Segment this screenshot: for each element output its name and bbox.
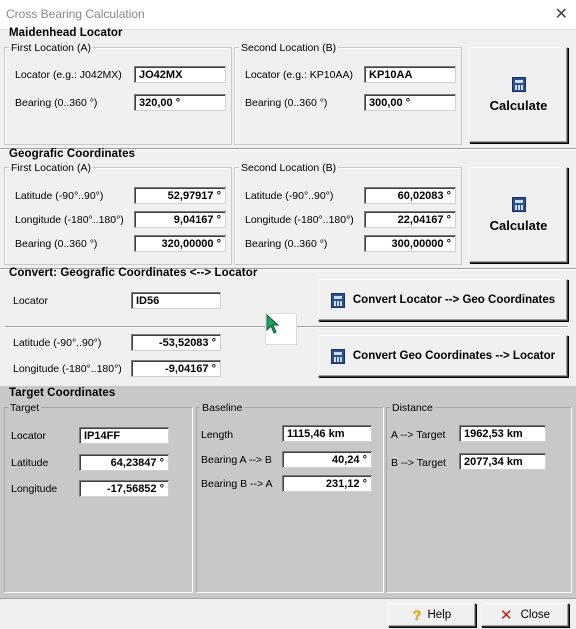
- maidenhead-section-title: Maidenhead Locator: [9, 27, 123, 39]
- convert-geo-to-locator-button[interactable]: Convert Geo Coordinates --> Locator: [318, 335, 568, 377]
- window-title: Cross Bearing Calculation: [6, 7, 145, 21]
- calculate-label: Calculate: [489, 218, 548, 233]
- first-longitude-input[interactable]: 9,04167 °: [134, 211, 226, 228]
- first-locator-input[interactable]: JO42MX: [134, 66, 226, 83]
- baseline-length-output[interactable]: 1115,46 km: [282, 425, 372, 442]
- longitude-label: Longitude (-180°..180°): [13, 363, 122, 375]
- latitude-label: Latitude (-90°..90°): [15, 190, 104, 202]
- distance-a-output[interactable]: 1962,53 km: [459, 425, 546, 442]
- group-legend: Baseline: [200, 402, 245, 414]
- baseline-bearing-ab-output[interactable]: 40,24 °: [282, 451, 372, 468]
- close-label: Close: [520, 609, 550, 621]
- bearing-label: Bearing (0..360 °): [245, 97, 328, 109]
- calculator-icon: [511, 197, 526, 212]
- bearing-label: Bearing (0..360 °): [245, 238, 328, 250]
- baseline-bearing-ba-output[interactable]: 231,12 °: [282, 475, 372, 492]
- calculator-icon: [511, 77, 526, 92]
- group-legend: Distance: [390, 402, 435, 414]
- convert-locator-input[interactable]: ID56: [131, 292, 221, 309]
- group-legend: Second Location (B): [239, 162, 339, 174]
- longitude-label: Longitude (-180°..180°): [15, 214, 124, 226]
- second-bearing-input[interactable]: 300,00 °: [364, 94, 456, 111]
- geographic-section-title: Geografic Coordinates: [9, 148, 136, 160]
- help-label: Help: [427, 609, 452, 621]
- bearing-label: Bearing (0..360 °): [15, 97, 98, 109]
- window-titlebar: Cross Bearing Calculation ✕: [0, 0, 576, 30]
- group-legend: First Location (A): [9, 42, 93, 54]
- convert-latitude-input[interactable]: -53,52083 °: [131, 334, 221, 351]
- locator-label: Locator (e.g.: J042MX): [15, 69, 122, 81]
- distance-b-label: B --> Target: [391, 457, 446, 469]
- target-longitude-output[interactable]: -17,56852 °: [79, 480, 169, 497]
- distance-b-output[interactable]: 2077,34 km: [459, 453, 546, 470]
- longitude-label: Longitude: [11, 483, 58, 495]
- close-icon[interactable]: ✕: [555, 4, 568, 24]
- group-legend: Target: [8, 402, 42, 414]
- geographic-calculate-button[interactable]: Calculate: [469, 167, 568, 263]
- locator-label: Locator: [13, 295, 49, 307]
- maidenhead-calculate-button[interactable]: Calculate: [469, 47, 568, 143]
- second-bearing-input[interactable]: 300,00000 °: [364, 235, 456, 252]
- help-icon: ?: [412, 607, 422, 623]
- group-legend: First Location (A): [9, 162, 93, 174]
- longitude-label: Longitude (-180°..180°): [245, 214, 354, 226]
- bearing-ba-label: Bearing B --> A: [201, 478, 273, 490]
- first-bearing-input[interactable]: 320,00 °: [134, 94, 226, 111]
- button-label: Convert Locator --> Geo Coordinates: [352, 294, 556, 306]
- calculator-icon: [330, 292, 345, 308]
- locator-label: Locator: [11, 430, 47, 442]
- latitude-label: Latitude: [11, 457, 49, 469]
- convert-longitude-input[interactable]: -9,04167 °: [131, 360, 221, 377]
- target-section-title: Target Coordinates: [9, 387, 116, 399]
- close-button[interactable]: ✕ Close: [481, 603, 569, 627]
- first-latitude-input[interactable]: 52,97917 °: [134, 187, 226, 204]
- convert-section-title: Convert: Geografic Coordinates <--> Loca…: [9, 267, 258, 279]
- target-locator-output[interactable]: IP14FF: [79, 427, 169, 444]
- group-legend: Second Location (B): [239, 42, 339, 54]
- bearing-ab-label: Bearing A --> B: [201, 454, 272, 466]
- latitude-label: Latitude (-90°..90°): [245, 190, 334, 202]
- latitude-label: Latitude (-90°..90°): [13, 337, 102, 349]
- first-bearing-input[interactable]: 320,00000 °: [134, 235, 226, 252]
- button-label: Convert Geo Coordinates --> Locator: [352, 350, 556, 362]
- red-x-icon: ✕: [500, 607, 513, 624]
- second-locator-input[interactable]: KP10AA: [364, 66, 456, 83]
- locator-label: Locator (e.g.: KP10AA): [245, 69, 353, 81]
- cursor-box: [265, 313, 297, 345]
- help-button[interactable]: ? Help: [388, 603, 476, 627]
- length-label: Length: [201, 429, 234, 441]
- mouse-pointer-icon: [266, 314, 280, 334]
- bearing-label: Bearing (0..360 °): [15, 238, 98, 250]
- convert-locator-to-geo-button[interactable]: Convert Locator --> Geo Coordinates: [318, 279, 568, 321]
- calculate-label: Calculate: [489, 98, 548, 113]
- second-longitude-input[interactable]: 22,04167 °: [364, 211, 456, 228]
- calculator-icon: [330, 348, 345, 364]
- target-latitude-output[interactable]: 64,23847 °: [79, 454, 169, 471]
- distance-a-label: A --> Target: [391, 429, 446, 441]
- second-latitude-input[interactable]: 60,02083 °: [364, 187, 456, 204]
